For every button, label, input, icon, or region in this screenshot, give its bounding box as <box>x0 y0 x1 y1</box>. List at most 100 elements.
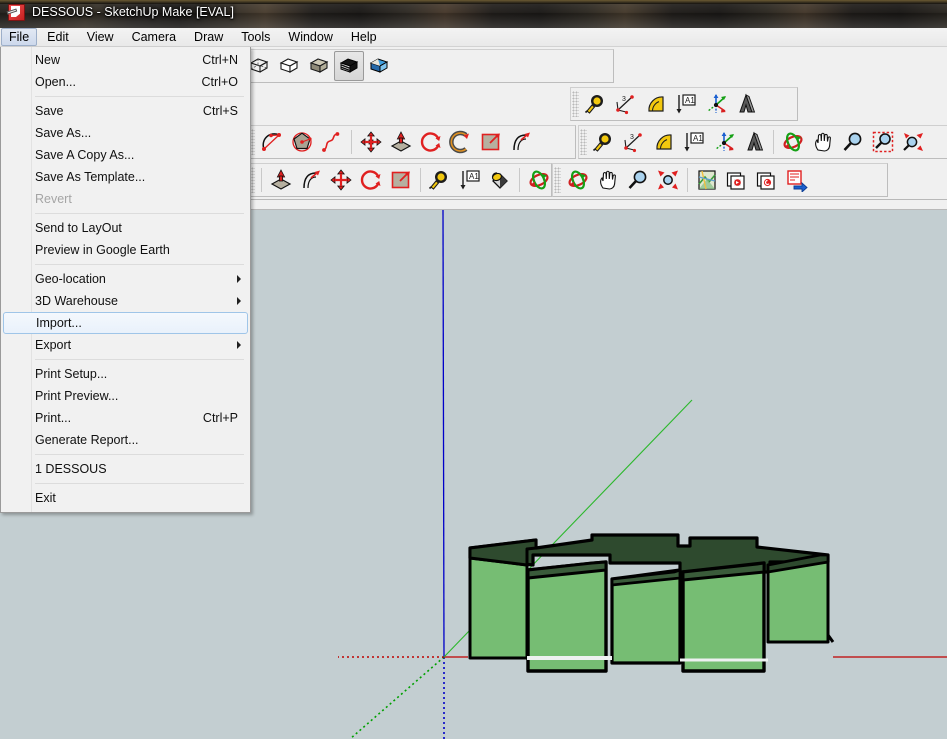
wall-right-small <box>766 560 830 644</box>
get-models-button[interactable] <box>722 165 752 195</box>
menu-item-label: Import... <box>36 316 82 330</box>
share-component-button[interactable] <box>782 165 812 195</box>
arc-button[interactable] <box>257 127 287 157</box>
menu-item-revert: Revert <box>1 188 250 210</box>
menu-item-new[interactable]: New Ctrl+N <box>1 49 250 71</box>
polygon-button[interactable] <box>287 127 317 157</box>
dimension-button[interactable]: 3 <box>611 89 641 119</box>
svg-text:A1: A1 <box>685 96 695 105</box>
zoom-extents-button[interactable] <box>898 127 928 157</box>
tape-measure-button-3[interactable] <box>425 165 455 195</box>
scale-button-2[interactable] <box>386 165 416 195</box>
move-button-2[interactable] <box>326 165 356 195</box>
svg-text:A1: A1 <box>469 172 479 181</box>
protractor-button-2[interactable] <box>649 127 679 157</box>
menu-item-save-as-template[interactable]: Save As Template... <box>1 166 250 188</box>
menu-item-preview-in-google-earth[interactable]: Preview in Google Earth <box>1 239 250 261</box>
menu-separator <box>35 213 244 214</box>
menu-item-exit[interactable]: Exit <box>1 487 250 509</box>
menu-item-print-setup[interactable]: Print Setup... <box>1 363 250 385</box>
toolbar-grip[interactable] <box>572 91 579 117</box>
menu-item-label: New <box>35 53 61 67</box>
menu-item-geo-location[interactable]: Geo-location <box>1 268 250 290</box>
text-tool-button-2[interactable]: A1 <box>679 127 709 157</box>
add-location-button[interactable] <box>692 165 722 195</box>
menu-help[interactable]: Help <box>343 28 385 46</box>
rotate-button-2[interactable] <box>356 165 386 195</box>
menu-item-accel: Ctrl+P <box>202 411 238 425</box>
toolbar-drawing-edit <box>246 125 576 159</box>
toolbar-grip[interactable] <box>580 129 587 155</box>
menu-item-label: 3D Warehouse <box>35 294 118 308</box>
pan-button[interactable] <box>808 127 838 157</box>
toolbar-grip[interactable] <box>554 167 561 193</box>
tape-measure-button[interactable] <box>581 89 611 119</box>
toolbar-camera-google <box>552 163 888 197</box>
svg-text:3: 3 <box>630 134 634 141</box>
text-tool-button-3[interactable]: A1 <box>455 165 485 195</box>
scale-button[interactable] <box>476 127 506 157</box>
share-model-button[interactable] <box>752 165 782 195</box>
menu-tools[interactable]: Tools <box>233 28 278 46</box>
menu-item-print-preview[interactable]: Print Preview... <box>1 385 250 407</box>
zoom-window-button[interactable] <box>868 127 898 157</box>
menu-item-accel: Ctrl+N <box>202 53 238 67</box>
offset-button-2[interactable] <box>296 165 326 195</box>
style-wireframe-button[interactable] <box>274 51 304 81</box>
follow-me-button[interactable] <box>446 127 476 157</box>
tape-measure-button-2[interactable] <box>589 127 619 157</box>
protractor-button[interactable] <box>641 89 671 119</box>
pan-button-2[interactable] <box>593 165 623 195</box>
menu-item-save-a-copy-as[interactable]: Save A Copy As... <box>1 144 250 166</box>
file-menu-popup[interactable]: New Ctrl+N Open... Ctrl+O Save Ctrl+S Sa… <box>0 47 251 513</box>
menu-item-export[interactable]: Export <box>1 334 250 356</box>
menu-item-open[interactable]: Open... Ctrl+O <box>1 71 250 93</box>
menu-draw[interactable]: Draw <box>186 28 231 46</box>
three-d-text-button-2[interactable] <box>739 127 769 157</box>
menu-camera[interactable]: Camera <box>124 28 184 46</box>
menu-item-generate-report[interactable]: Generate Report... <box>1 429 250 451</box>
freehand-button[interactable] <box>317 127 347 157</box>
menu-item-label: Send to LayOut <box>35 221 122 235</box>
axes-tool-button[interactable] <box>701 89 731 119</box>
menu-separator <box>35 483 244 484</box>
orbit-button[interactable] <box>778 127 808 157</box>
style-shaded-textures-button[interactable] <box>364 51 394 81</box>
chevron-right-icon <box>237 341 241 349</box>
toolbar-separator <box>773 130 774 154</box>
axes-tool-button-2[interactable] <box>709 127 739 157</box>
paint-bucket-button[interactable] <box>485 165 515 195</box>
menu-item-3d-warehouse[interactable]: 3D Warehouse <box>1 290 250 312</box>
push-pull-button[interactable] <box>386 127 416 157</box>
orbit-button-3[interactable] <box>563 165 593 195</box>
menu-item-send-to-layout[interactable]: Send to LayOut <box>1 217 250 239</box>
rotate-button[interactable] <box>416 127 446 157</box>
menu-item-save[interactable]: Save Ctrl+S <box>1 100 250 122</box>
zoom-button[interactable] <box>838 127 868 157</box>
style-hidden-line-button[interactable] <box>304 51 334 81</box>
menu-edit[interactable]: Edit <box>39 28 77 46</box>
menu-window[interactable]: Window <box>280 28 340 46</box>
toolbar-separator <box>420 168 421 192</box>
menu-item-recent-file-1[interactable]: 1 DESSOUS <box>1 458 250 480</box>
menu-item-label: Save <box>35 104 64 118</box>
menu-item-label: Preview in Google Earth <box>35 243 170 257</box>
move-button[interactable] <box>356 127 386 157</box>
menu-item-print[interactable]: Print... Ctrl+P <box>1 407 250 429</box>
text-tool-button[interactable]: A1 <box>671 89 701 119</box>
menu-item-import[interactable]: Import... <box>3 312 248 334</box>
menu-file[interactable]: File <box>1 28 38 46</box>
wall-left-center <box>526 560 608 673</box>
dimension-button-2[interactable]: 3 <box>619 127 649 157</box>
menu-item-save-as[interactable]: Save As... <box>1 122 250 144</box>
style-monochrome-button[interactable] <box>334 51 364 81</box>
push-pull-button-2[interactable] <box>266 165 296 195</box>
toolbar-styles <box>194 49 614 83</box>
three-d-text-button[interactable] <box>731 89 761 119</box>
menu-view[interactable]: View <box>79 28 122 46</box>
zoom-button-2[interactable] <box>623 165 653 195</box>
zoom-extents-button-2[interactable] <box>653 165 683 195</box>
menu-item-label: Print... <box>35 411 72 425</box>
offset-button[interactable] <box>506 127 536 157</box>
orbit-button-2[interactable] <box>524 165 554 195</box>
